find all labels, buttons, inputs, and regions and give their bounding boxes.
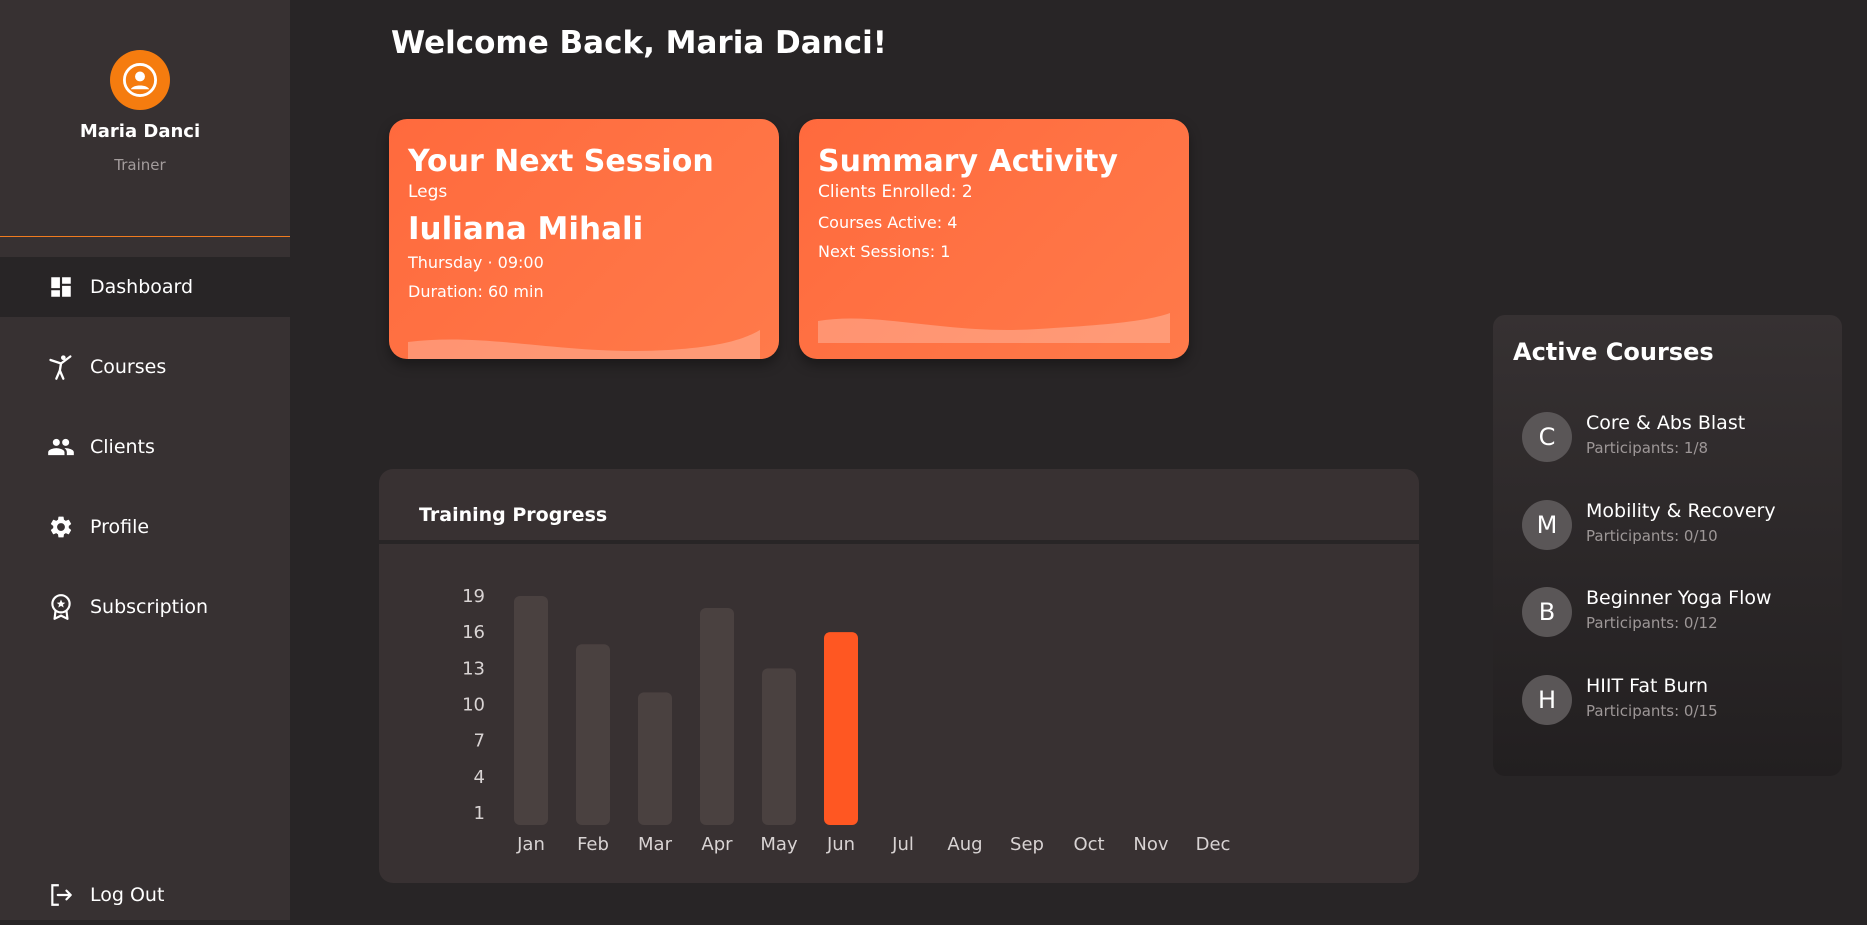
active-courses-panel: Active Courses C Core & Abs Blast Partic…	[1493, 315, 1842, 776]
summary-activity-card[interactable]: Summary Activity Clients Enrolled: 2 Cou…	[799, 119, 1189, 359]
session-duration: Duration: 60 min	[408, 282, 544, 301]
x-tick-label: Jul	[891, 834, 914, 855]
course-avatar: H	[1522, 675, 1572, 725]
sidebar: Maria Danci Trainer Dashboard Courses Cl…	[0, 0, 290, 920]
bar-jun[interactable]	[824, 632, 858, 825]
nav-item-clients[interactable]: Clients	[0, 417, 290, 477]
next-session-card[interactable]: Your Next Session Legs Iuliana Mihali Th…	[389, 119, 779, 359]
gear-icon	[46, 512, 76, 542]
dashboard-icon	[46, 272, 76, 302]
card-title: Your Next Session	[408, 144, 714, 179]
bar-mar[interactable]	[638, 692, 672, 825]
logout-label: Log Out	[90, 884, 165, 906]
nav-item-label: Clients	[90, 436, 155, 458]
x-tick-label: Sep	[1010, 834, 1044, 855]
bar-jan[interactable]	[514, 596, 548, 825]
x-tick-label: May	[760, 834, 798, 855]
course-item-hiit[interactable]: H HIIT Fat Burn Participants: 0/15	[1522, 675, 1832, 735]
y-tick-label: 13	[462, 658, 485, 679]
nav-item-label: Dashboard	[90, 276, 194, 298]
course-item-mobility[interactable]: M Mobility & Recovery Participants: 0/10	[1522, 500, 1832, 560]
course-name: Beginner Yoga Flow	[1586, 587, 1772, 609]
active-courses-title: Active Courses	[1513, 338, 1714, 366]
course-avatar: B	[1522, 587, 1572, 637]
course-name: Core & Abs Blast	[1586, 412, 1746, 434]
x-tick-label: Mar	[638, 834, 673, 855]
badge-icon	[46, 592, 76, 622]
bar-chart: 1 4 7 10 13 16 19 Jan Feb Mar Apr May Jun Jul Aug Sep Oc…	[462, 586, 1231, 855]
summary-clients: Clients Enrolled: 2	[818, 182, 973, 202]
y-tick-label: 16	[462, 622, 485, 643]
training-progress-panel: Training Progress 1 4 7 10 13 16 19 Jan Feb Mar Ap…	[379, 469, 1419, 883]
course-item-core-abs[interactable]: C Core & Abs Blast Participants: 1/8	[1522, 412, 1832, 472]
summary-courses: Courses Active: 4	[818, 213, 958, 232]
nav-item-courses[interactable]: Courses	[0, 337, 290, 397]
x-tick-label: Jan	[516, 834, 545, 855]
bar-apr[interactable]	[700, 608, 734, 825]
page-title: Welcome Back, Maria Danci!	[391, 25, 887, 61]
bar-may[interactable]	[762, 668, 796, 825]
nav-item-label: Profile	[90, 516, 150, 538]
x-tick-label: Feb	[577, 834, 609, 855]
x-tick-label: Dec	[1196, 834, 1231, 855]
profile-section: Maria Danci Trainer	[0, 0, 290, 237]
nav-item-subscription[interactable]: Subscription	[0, 577, 290, 637]
session-client: Iuliana Mihali	[408, 211, 644, 247]
bar-feb[interactable]	[576, 644, 610, 825]
course-avatar: C	[1522, 412, 1572, 462]
course-participants: Participants: 0/15	[1586, 702, 1718, 720]
decorative-wave	[408, 330, 760, 359]
x-tick-label: Apr	[701, 834, 733, 855]
course-participants: Participants: 0/10	[1586, 527, 1718, 545]
logout-button[interactable]: Log Out	[0, 865, 290, 925]
decorative-wave	[818, 313, 1170, 343]
summary-sessions: Next Sessions: 1	[818, 242, 951, 261]
course-item-yoga[interactable]: B Beginner Yoga Flow Participants: 0/12	[1522, 587, 1832, 647]
user-avatar-icon[interactable]	[110, 50, 170, 110]
course-avatar: M	[1522, 500, 1572, 550]
session-type: Legs	[408, 182, 448, 202]
x-tick-label: Aug	[947, 834, 982, 855]
session-time: Thursday · 09:00	[408, 253, 544, 272]
course-name: Mobility & Recovery	[1586, 500, 1776, 522]
x-tick-label: Nov	[1133, 834, 1168, 855]
course-participants: Participants: 1/8	[1586, 439, 1709, 457]
course-participants: Participants: 0/12	[1586, 614, 1718, 632]
card-title: Summary Activity	[818, 144, 1118, 179]
y-tick-label: 7	[474, 731, 485, 752]
y-tick-label: 19	[462, 586, 485, 607]
x-tick-label: Jun	[826, 834, 855, 855]
profile-role: Trainer	[114, 156, 166, 174]
y-tick-label: 10	[462, 694, 485, 715]
nav-item-profile[interactable]: Profile	[0, 497, 290, 557]
nav-item-dashboard[interactable]: Dashboard	[0, 257, 290, 317]
y-tick-label: 4	[474, 767, 485, 788]
y-tick-label: 1	[474, 803, 485, 824]
x-tick-label: Oct	[1073, 834, 1104, 855]
course-name: HIIT Fat Burn	[1586, 675, 1709, 697]
nav-item-label: Subscription	[90, 596, 209, 618]
sidebar-nav: Dashboard Courses Clients Profile Subscr…	[0, 257, 290, 657]
martial-arts-icon	[46, 352, 76, 382]
profile-name: Maria Danci	[79, 121, 201, 142]
nav-item-label: Courses	[90, 356, 167, 378]
logout-icon	[46, 880, 76, 910]
people-icon	[46, 432, 76, 462]
